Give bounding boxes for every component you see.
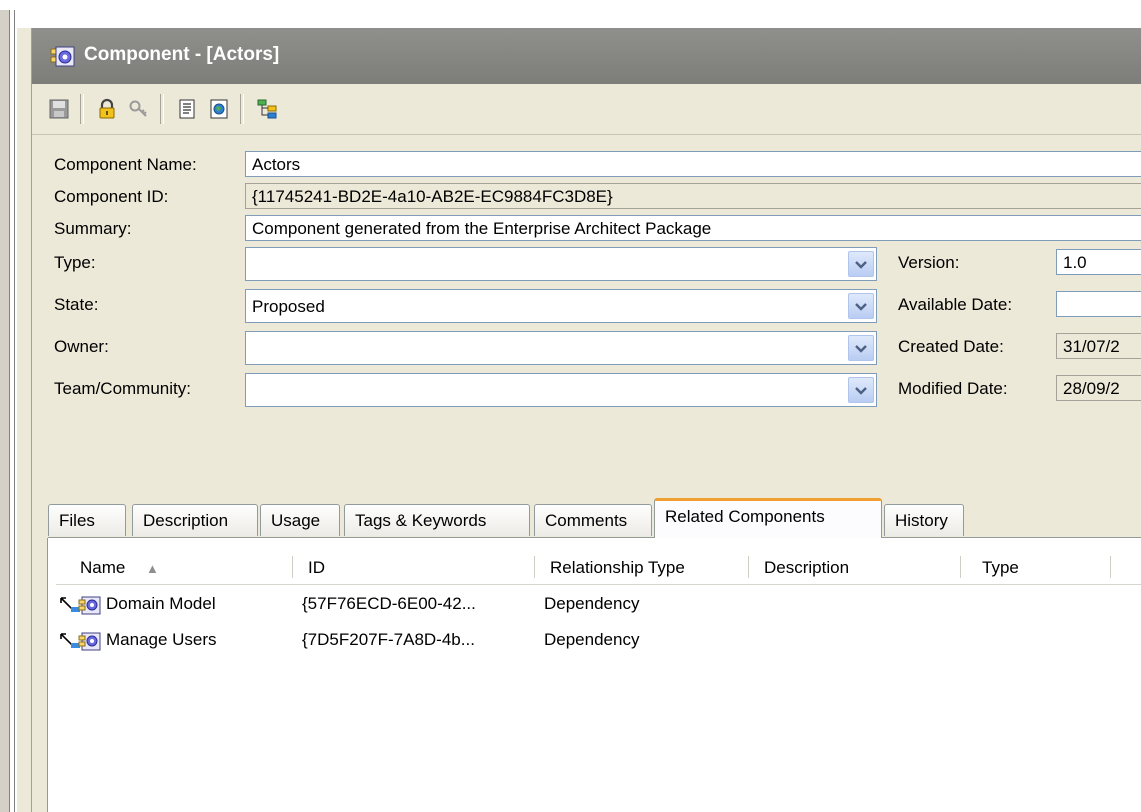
created-date-field[interactable]: 31/07/2 <box>1056 333 1141 359</box>
related-components-list[interactable]: Name ▲ ID Relationship Type Description … <box>47 538 1141 812</box>
state-combo[interactable]: Proposed <box>245 289 877 323</box>
state-label: State: <box>54 295 99 314</box>
team-community-label: Team/Community: <box>54 379 191 398</box>
tab-strip: Files Description Usage Tags & Keywords … <box>32 494 1141 538</box>
component-form: Component Name: Actors Component ID: {11… <box>32 135 1141 505</box>
chevron-down-icon[interactable] <box>848 293 874 319</box>
tab-files[interactable]: Files <box>48 504 126 536</box>
component-icon <box>50 46 76 68</box>
column-header-type[interactable]: Type <box>982 558 1019 578</box>
lock-icon[interactable] <box>94 96 120 122</box>
column-divider[interactable] <box>960 556 961 578</box>
web-document-icon[interactable] <box>206 96 232 122</box>
key-icon[interactable] <box>126 96 152 122</box>
document-icon[interactable] <box>174 96 200 122</box>
state-value: Proposed <box>252 297 325 316</box>
sort-ascending-icon: ▲ <box>146 561 159 576</box>
column-divider[interactable] <box>292 556 293 578</box>
column-header-relationship-type[interactable]: Relationship Type <box>550 558 685 578</box>
relationship-arrow-icon <box>58 630 102 657</box>
version-label: Version: <box>898 253 960 272</box>
table-row[interactable]: Manage Users {7D5F207F-7A8D-4b... Depend… <box>56 626 1141 656</box>
available-date-label: Available Date: <box>898 295 1013 314</box>
tab-comments[interactable]: Comments <box>534 504 652 536</box>
list-header: Name ▲ ID Relationship Type Description … <box>56 550 1141 585</box>
summary-label: Summary: <box>54 219 132 238</box>
chevron-down-icon[interactable] <box>848 377 874 403</box>
summary-field[interactable]: Component generated from the Enterprise … <box>245 215 1141 241</box>
top-strip <box>0 0 1141 28</box>
table-row[interactable]: Domain Model {57F76ECD-6E00-42... Depend… <box>56 590 1141 620</box>
column-divider[interactable] <box>748 556 749 578</box>
hierarchy-icon[interactable] <box>254 96 280 122</box>
tab-usage[interactable]: Usage <box>260 504 340 536</box>
column-header-id[interactable]: ID <box>308 558 325 578</box>
column-divider[interactable] <box>534 556 535 578</box>
modified-date-label: Modified Date: <box>898 379 1008 398</box>
available-date-field[interactable] <box>1056 291 1141 317</box>
row-relationship-type: Dependency <box>544 594 640 613</box>
component-name-label: Component Name: <box>54 155 197 174</box>
modified-date-field[interactable]: 28/09/2 <box>1056 375 1141 401</box>
type-label: Type: <box>54 253 96 272</box>
column-header-name[interactable]: Name <box>80 558 125 578</box>
row-id: {57F76ECD-6E00-42... <box>302 594 476 613</box>
toolbar <box>32 84 1141 135</box>
tab-tags-keywords[interactable]: Tags & Keywords <box>344 504 530 536</box>
row-relationship-type: Dependency <box>544 630 640 649</box>
component-name-field[interactable]: Actors <box>245 151 1141 177</box>
owner-combo[interactable] <box>245 331 877 365</box>
chevron-down-icon[interactable] <box>848 335 874 361</box>
toolbar-separator <box>160 94 164 124</box>
window-edge <box>17 28 31 812</box>
column-header-description[interactable]: Description <box>764 558 849 578</box>
created-date-label: Created Date: <box>898 337 1004 356</box>
component-window: Component - [Actors] Component Name: Act… <box>31 28 1141 812</box>
row-name: Manage Users <box>106 630 217 649</box>
outer-frame <box>0 10 10 812</box>
tab-related-components[interactable]: Related Components <box>654 498 882 538</box>
toolbar-separator <box>240 94 244 124</box>
column-divider[interactable] <box>1110 556 1111 578</box>
tab-history[interactable]: History <box>884 504 964 536</box>
row-id: {7D5F207F-7A8D-4b... <box>302 630 475 649</box>
version-field[interactable]: 1.0 <box>1056 249 1141 275</box>
team-community-combo[interactable] <box>245 373 877 407</box>
save-icon[interactable] <box>46 96 72 122</box>
toolbar-separator <box>80 94 84 124</box>
owner-label: Owner: <box>54 337 109 356</box>
row-name: Domain Model <box>106 594 216 613</box>
chevron-down-icon[interactable] <box>848 251 874 277</box>
type-combo[interactable] <box>245 247 877 281</box>
title-bar[interactable]: Component - [Actors] <box>32 28 1141 84</box>
window-title: Component - [Actors] <box>84 44 280 65</box>
relationship-arrow-icon <box>58 594 102 621</box>
frame-divider <box>14 10 15 812</box>
tab-description[interactable]: Description <box>132 504 258 536</box>
component-id-field[interactable]: {11745241-BD2E-4a10-AB2E-EC9884FC3D8E} <box>245 183 1141 209</box>
component-id-label: Component ID: <box>54 187 169 206</box>
